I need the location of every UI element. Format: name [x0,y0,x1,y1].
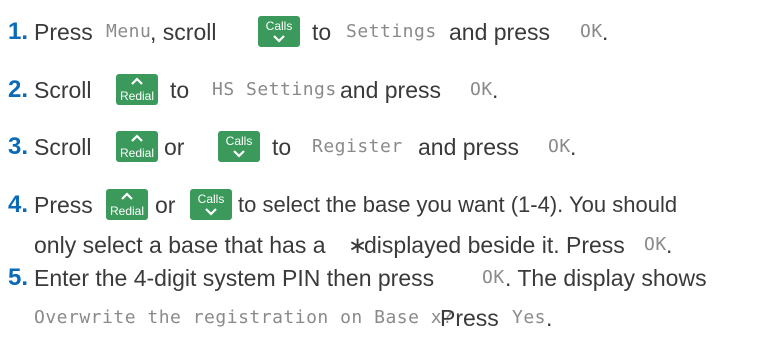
step-2: 2. Scroll Redial to HS Settings and pres… [0,70,780,110]
key-label: Calls [225,134,253,148]
display-text-register: Register [312,136,403,157]
display-text-ok: OK [548,136,571,157]
calls-key-icon: Calls [190,189,232,220]
display-text-ok: OK [482,267,505,288]
step-4: 4. Press Redial or Calls to select the b… [0,185,780,265]
step-number: 4. [8,191,29,218]
step-text: Press [34,192,93,218]
step-text: Scroll [34,134,92,160]
step-text: Press [34,19,93,45]
step-text: Scroll [34,77,92,103]
step-text: , scroll [150,19,217,45]
step-text: and press [449,19,551,45]
step-5: 5. Enter the 4-digit system PIN then pre… [0,258,780,338]
display-text-ok: OK [580,21,603,42]
instruction-steps: 1. Press Menu , scroll Calls to Settings… [0,0,780,336]
step-text: Press [440,305,499,331]
step-text: . [602,19,609,45]
display-text-overwrite-prompt: Overwrite the registration on Base x? [34,307,454,328]
redial-key-icon: Redial [106,189,148,220]
redial-key-icon: Redial [116,131,158,162]
step-text: . [492,77,499,103]
step-text: to [272,134,292,160]
step-number: 1. [8,18,29,45]
step-number: 5. [8,264,29,291]
step-text: . The display shows [505,265,707,291]
step-text: Enter the 4-digit system PIN then press [34,265,435,291]
step-number: 2. [8,76,29,103]
step-text: or [155,192,176,218]
step-text: to [170,77,190,103]
step-1: 1. Press Menu , scroll Calls to Settings… [0,12,780,52]
display-text-yes: Yes [512,307,547,328]
redial-key-icon: Redial [116,74,158,105]
step-text: . [570,134,577,160]
step-text: to [312,19,332,45]
step-text: and press [418,134,520,160]
step-number: 3. [8,133,29,160]
step-text: to select the base you want (1-4). You s… [238,192,678,217]
calls-key-icon: Calls [258,16,300,47]
display-text-settings: Settings [346,21,437,42]
display-text-ok: OK [470,79,493,100]
calls-key-icon: Calls [218,131,260,162]
key-label: Redial [119,89,155,103]
step-text: or [164,134,185,160]
key-label: Redial [119,146,155,160]
step-3: 3. Scroll Redial or Calls to Register an… [0,127,780,167]
key-label: Redial [109,204,145,218]
step-text: . [546,305,553,331]
display-text-hs-settings: HS Settings [212,79,337,100]
key-label: Calls [197,192,225,206]
display-text-menu: Menu [106,21,152,42]
key-label: Calls [265,19,293,33]
step-text: and press [340,77,442,103]
